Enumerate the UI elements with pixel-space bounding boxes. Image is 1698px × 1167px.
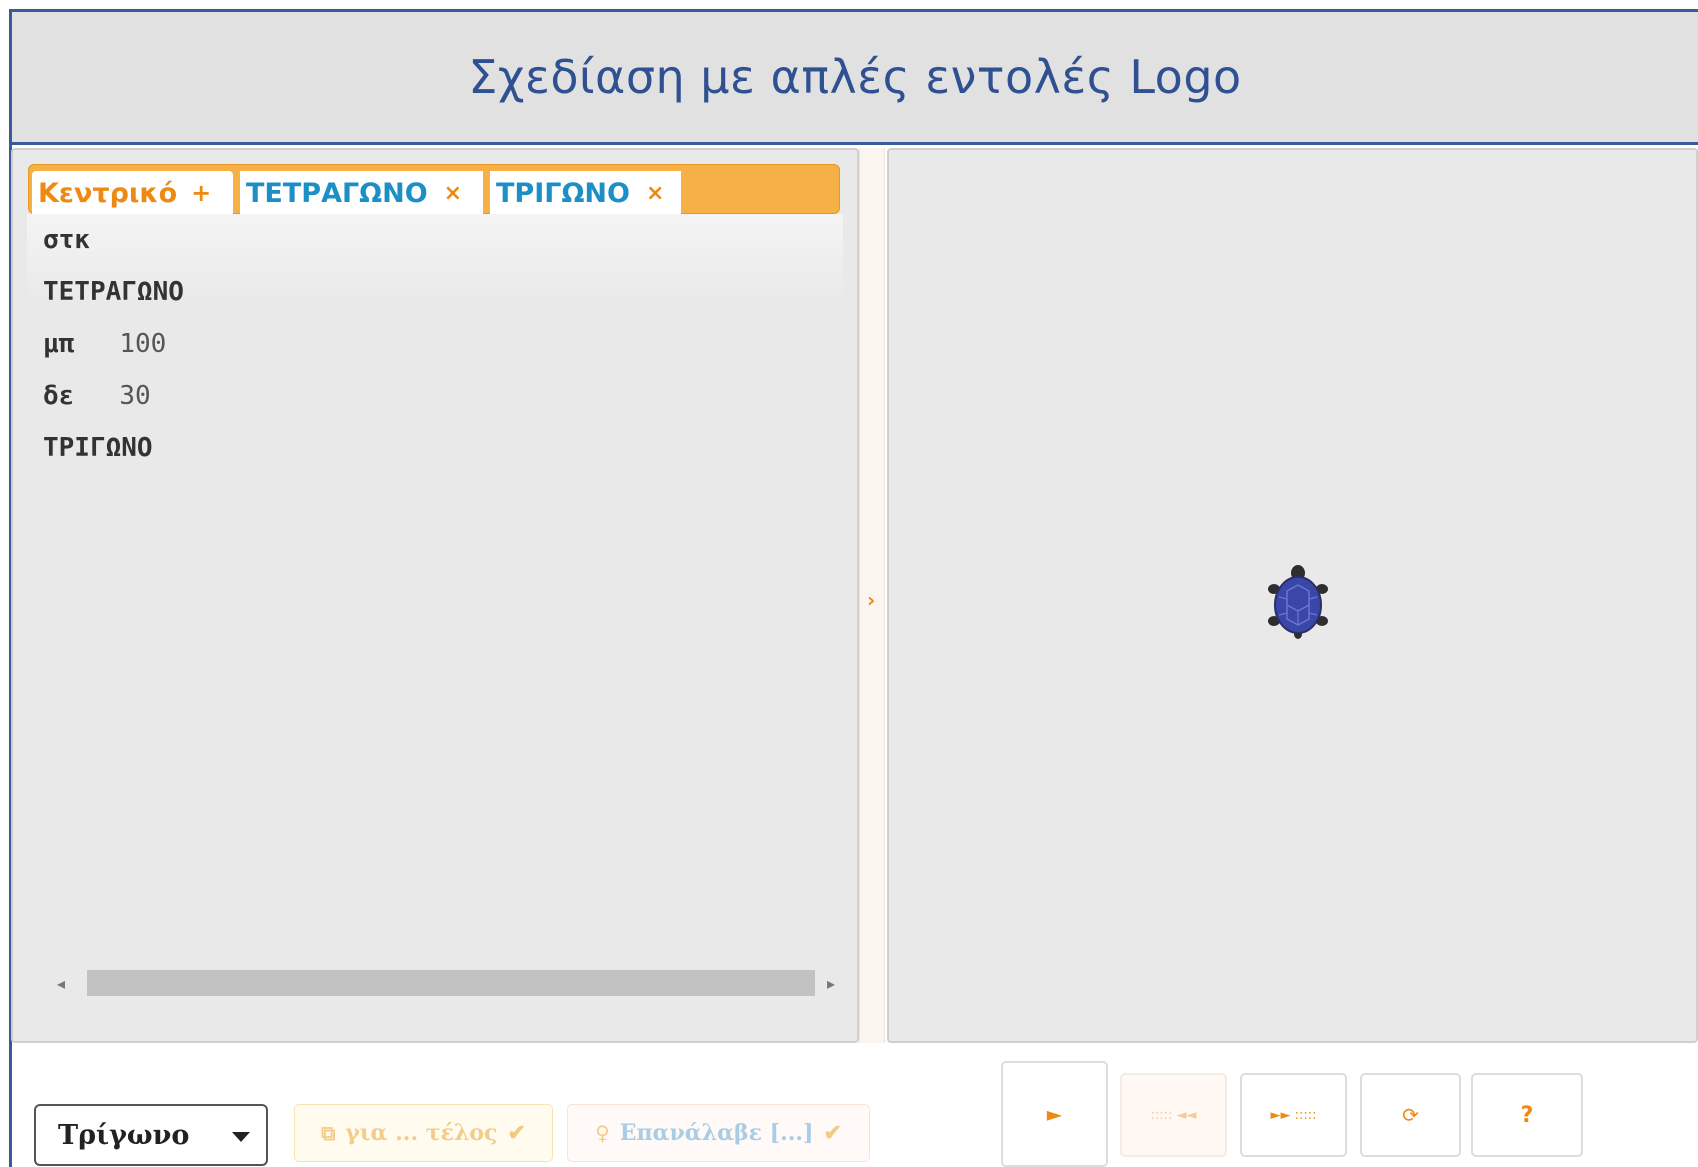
close-tab-triangle-icon[interactable]: ×: [646, 181, 664, 206]
page-title: Σχεδίαση με απλές εντολές Logo: [468, 50, 1242, 104]
step-back-icon: ::::: ◄◄: [1150, 1107, 1197, 1123]
code-line: δε 30: [43, 376, 151, 416]
code-command: δε: [43, 381, 75, 411]
scroll-left-icon[interactable]: ◂: [57, 974, 65, 993]
code-line: ΤΡΙΓΩΝΟ: [43, 428, 153, 468]
panel-splitter[interactable]: ›: [859, 148, 885, 1043]
drawing-canvas: [887, 148, 1698, 1043]
repeat-label: Επανάλαβε [...]: [619, 1120, 814, 1146]
reset-button[interactable]: ⟳: [1360, 1073, 1461, 1157]
tab-triangle-label: ΤΡΙΓΩΝΟ: [496, 177, 630, 209]
help-icon: ?: [1520, 1102, 1534, 1128]
check-icon: ✔: [507, 1120, 526, 1146]
code-text-area[interactable]: στκ ΤΕΤΡΑΓΩΝΟ μπ 100 δε 30 ΤΡΙΓΩΝΟ: [27, 214, 843, 954]
lightbulb-icon: ♀: [595, 1121, 610, 1145]
procedure-tab-bar: Κεντρικό + ΤΕΤΡΑΓΩΝΟ × ΤΡΙΓΩΝΟ ×: [28, 164, 840, 215]
code-command: στκ: [43, 225, 90, 255]
add-procedure-icon[interactable]: +: [191, 179, 211, 207]
step-back-button[interactable]: ::::: ◄◄: [1120, 1073, 1227, 1157]
code-line: ΤΕΤΡΑΓΩΝΟ: [43, 272, 184, 312]
code-argument: 30: [119, 381, 151, 411]
close-tab-square-icon[interactable]: ×: [444, 181, 462, 206]
tab-square-label: ΤΕΤΡΑΓΩΝΟ: [246, 177, 428, 209]
help-button[interactable]: ?: [1471, 1073, 1583, 1157]
copy-icon: ⧉: [321, 1121, 336, 1145]
scroll-right-icon[interactable]: ▸: [827, 974, 835, 993]
code-command: μπ: [43, 329, 75, 359]
procedure-select-value: Τρίγωνο: [58, 1119, 190, 1151]
play-icon: ►: [1046, 1102, 1063, 1126]
tab-square[interactable]: ΤΕΤΡΑΓΩΝΟ ×: [240, 171, 483, 215]
code-argument: 100: [119, 329, 167, 359]
chevron-right-icon[interactable]: ›: [867, 588, 875, 612]
horizontal-scrollbar[interactable]: ◂ ▸: [37, 966, 839, 1000]
page-header: Σχεδίαση με απλές εντολές Logo: [12, 12, 1698, 145]
code-editor-panel: Κεντρικό + ΤΕΤΡΑΓΩΝΟ × ΤΡΙΓΩΝΟ × στκ ΤΕΤ…: [11, 148, 859, 1043]
code-command: ΤΕΤΡΑΓΩΝΟ: [43, 277, 184, 307]
tab-main-label: Κεντρικό: [38, 177, 178, 209]
turtle-icon: [1268, 565, 1328, 639]
code-line: μπ 100: [43, 324, 166, 364]
reset-icon: ⟳: [1402, 1103, 1419, 1127]
step-forward-icon: ►► :::::: [1270, 1107, 1317, 1123]
check-icon: ✔: [823, 1120, 842, 1146]
run-button[interactable]: ►: [1001, 1061, 1108, 1167]
tab-triangle[interactable]: ΤΡΙΓΩΝΟ ×: [490, 171, 681, 215]
code-line: στκ: [43, 220, 90, 260]
tab-main[interactable]: Κεντρικό +: [32, 171, 233, 215]
for-end-label: για ... τέλος: [345, 1120, 498, 1146]
procedure-select[interactable]: Τρίγωνο: [34, 1104, 268, 1166]
insert-for-end-button[interactable]: ⧉ για ... τέλος ✔: [294, 1104, 553, 1162]
step-forward-button[interactable]: ►► :::::: [1240, 1073, 1347, 1157]
scrollbar-thumb[interactable]: [87, 970, 815, 996]
caret-down-icon: [232, 1132, 250, 1142]
code-command: ΤΡΙΓΩΝΟ: [43, 433, 153, 463]
insert-repeat-button[interactable]: ♀ Επανάλαβε [...] ✔: [567, 1104, 870, 1162]
